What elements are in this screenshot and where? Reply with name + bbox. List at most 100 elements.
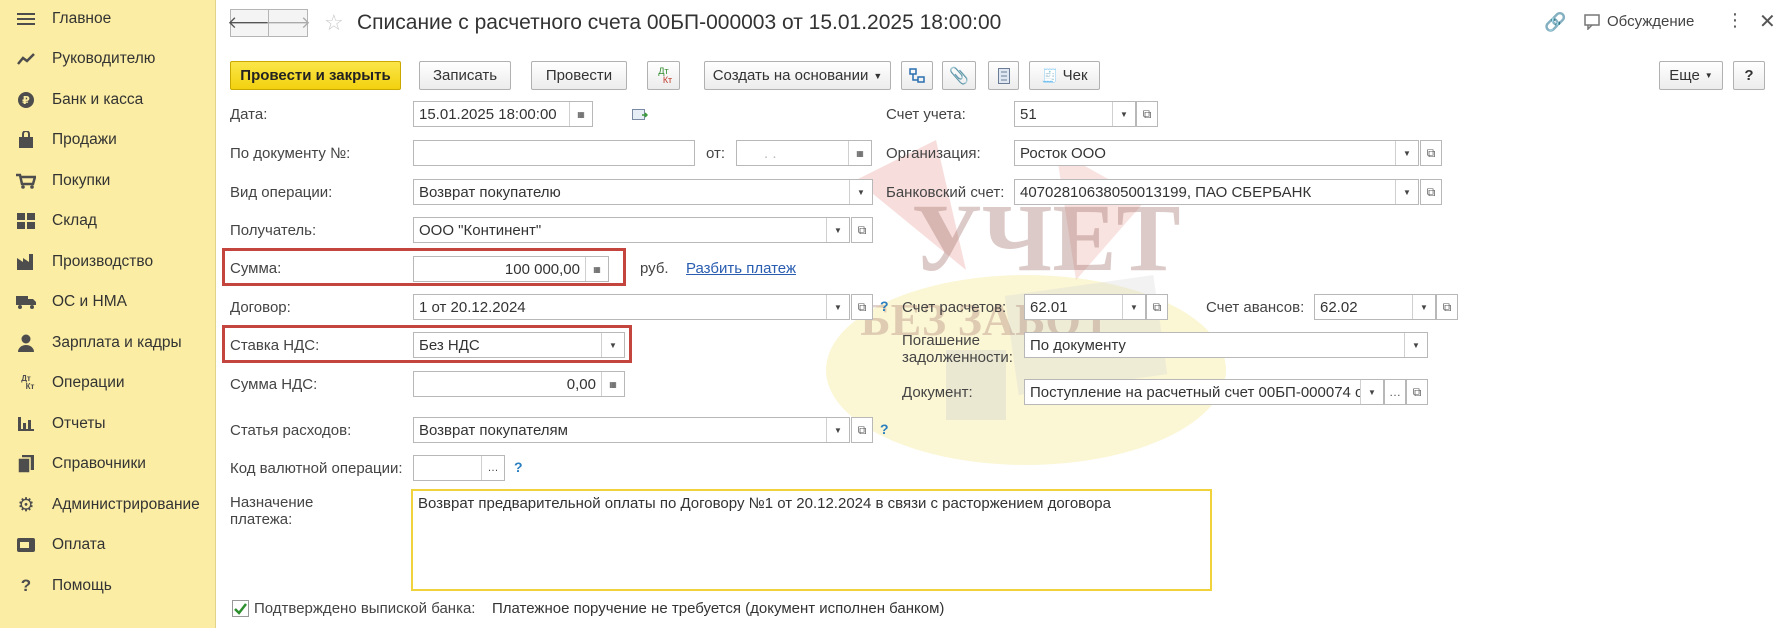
contract-select[interactable]: 1 от 20.12.2024 ▼	[413, 294, 850, 320]
account-label: Счет учета:	[886, 106, 966, 123]
help-button[interactable]: ?	[1733, 61, 1765, 90]
more-actions-icon[interactable]: ⋮	[1726, 10, 1744, 31]
calculator-icon[interactable]: ▦	[601, 372, 624, 396]
sidebar-item-production[interactable]: Производство	[0, 243, 215, 281]
document-select-button[interactable]: …	[1384, 379, 1406, 405]
post-button[interactable]: Провести	[531, 61, 627, 90]
discussion-button[interactable]: Обсуждение	[1584, 13, 1694, 30]
save-button[interactable]: Записать	[419, 61, 511, 90]
structure-button[interactable]	[901, 61, 933, 90]
split-payment-link[interactable]: Разбить платеж	[686, 260, 796, 277]
attachment-button[interactable]: 📎	[942, 61, 976, 90]
open-contract-button[interactable]: ⧉	[851, 294, 873, 320]
account-select[interactable]: 51 ▼	[1014, 101, 1136, 127]
more-button[interactable]: Еще ▼	[1659, 61, 1723, 90]
from-date-field[interactable]: . . ▦	[736, 140, 872, 166]
close-icon[interactable]: ✕	[1759, 9, 1776, 34]
wallet-icon	[16, 535, 36, 555]
date-field[interactable]: 15.01.2025 18:00:00 ▦	[413, 101, 593, 127]
open-bank-account-button[interactable]: ⧉	[1420, 179, 1442, 205]
sidebar-item-label: ОС и НМА	[52, 293, 127, 310]
chevron-down-icon[interactable]: ▼	[1412, 295, 1435, 319]
document-number-input[interactable]	[413, 140, 695, 166]
contract-help-icon[interactable]: ?	[880, 298, 889, 314]
print-list-button[interactable]	[988, 61, 1019, 90]
expense-help-icon[interactable]: ?	[880, 421, 889, 437]
calendar-icon[interactable]: ▦	[848, 141, 871, 165]
chevron-down-icon[interactable]: ▼	[1395, 141, 1418, 165]
forward-button[interactable]: 🡒	[265, 9, 311, 37]
factory-icon	[16, 252, 36, 272]
star-icon[interactable]: ☆	[324, 10, 344, 36]
amount-field[interactable]: 100 000,00 ▦	[413, 256, 609, 282]
sidebar-item-fixed-assets[interactable]: ОС и НМА	[0, 283, 215, 321]
sidebar-item-admin[interactable]: ⚙ Администрирование	[0, 486, 215, 524]
chevron-down-icon[interactable]: ▼	[849, 180, 872, 204]
sidebar-item-catalogs[interactable]: Справочники	[0, 445, 215, 483]
vat-amount-label: Сумма НДС:	[230, 376, 318, 393]
chevron-down-icon[interactable]: ▼	[1122, 295, 1145, 319]
cash-register-icon: 🧾	[1041, 67, 1058, 83]
sidebar-item-label: Производство	[52, 253, 154, 270]
sidebar-item-warehouse[interactable]: Склад	[0, 202, 215, 240]
vat-amount-field[interactable]: 0,00 ▦	[413, 371, 625, 397]
open-settlement-account-button[interactable]: ⧉	[1146, 294, 1168, 320]
currency-op-help-icon[interactable]: ?	[514, 459, 523, 475]
confirmed-checkbox[interactable]	[232, 600, 249, 617]
chevron-down-icon[interactable]: ▼	[826, 295, 849, 319]
expense-item-select[interactable]: Возврат покупателям ▼	[413, 417, 850, 443]
repayment-select[interactable]: По документу ▼	[1024, 332, 1428, 358]
open-recipient-button[interactable]: ⧉	[851, 217, 873, 243]
select-button[interactable]: …	[481, 456, 504, 480]
sidebar-item-sales[interactable]: Продажи	[0, 121, 215, 159]
operation-type-select[interactable]: Возврат покупателю ▼	[413, 179, 873, 205]
calendar-icon[interactable]: ▦	[569, 102, 592, 126]
dt-kt-button[interactable]: Дт Кт	[647, 61, 680, 90]
chevron-down-icon[interactable]: ▼	[1404, 333, 1427, 357]
sidebar-item-bank[interactable]: ₽ Банк и касса	[0, 81, 215, 119]
sidebar-item-help[interactable]: ? Помощь	[0, 567, 215, 605]
currency-operation-field[interactable]: …	[413, 455, 505, 481]
sidebar-item-label: Отчеты	[52, 415, 106, 432]
vat-rate-select[interactable]: Без НДС ▼	[413, 332, 625, 358]
calculator-icon[interactable]: ▦	[585, 257, 608, 281]
open-expense-item-button[interactable]: ⧉	[851, 417, 873, 443]
chevron-down-icon[interactable]: ▼	[601, 333, 624, 357]
chevron-down-icon[interactable]: ▼	[826, 218, 849, 242]
open-organization-button[interactable]: ⧉	[1420, 140, 1442, 166]
chevron-down-icon[interactable]: ▼	[1395, 180, 1418, 204]
open-document-button[interactable]: ⧉	[1406, 379, 1428, 405]
post-and-close-button[interactable]: Провести и закрыть	[230, 61, 401, 90]
more-label: Еще	[1669, 67, 1700, 84]
truck-icon	[16, 292, 36, 312]
receipt-button[interactable]: 🧾 Чек	[1029, 61, 1100, 90]
recipient-select[interactable]: ООО "Континент" ▼	[413, 217, 850, 243]
sidebar-item-payment[interactable]: Оплата	[0, 526, 215, 564]
organization-label: Организация:	[886, 145, 981, 162]
open-account-button[interactable]: ⧉	[1136, 101, 1158, 127]
sidebar-item-reports[interactable]: Отчеты	[0, 405, 215, 443]
sidebar-item-operations[interactable]: Дт Кт Операции	[0, 364, 215, 402]
create-based-on-button[interactable]: Создать на основании ▼	[704, 61, 891, 90]
chevron-down-icon[interactable]: ▼	[1360, 380, 1383, 404]
chevron-down-icon[interactable]: ▼	[1112, 102, 1135, 126]
sidebar-item-salary[interactable]: Зарплата и кадры	[0, 324, 215, 362]
back-button[interactable]: 🡐	[227, 9, 273, 37]
document-select[interactable]: Поступление на расчетный счет 00БП-00007…	[1024, 379, 1384, 405]
sidebar-item-purchases[interactable]: Покупки	[0, 162, 215, 200]
organization-select[interactable]: Росток ООО ▼	[1014, 140, 1419, 166]
date-value: 15.01.2025 18:00:00	[419, 105, 557, 123]
settlement-account-select[interactable]: 62.01 ▼	[1024, 294, 1146, 320]
link-icon[interactable]: 🔗	[1544, 12, 1566, 33]
sidebar-item-main[interactable]: Главное	[0, 0, 215, 38]
purpose-textarea[interactable]: Возврат предварительной оплаты по Догово…	[411, 489, 1212, 591]
set-date-icon[interactable]	[632, 108, 649, 120]
books-icon	[16, 454, 36, 474]
cart-icon	[16, 171, 36, 191]
advance-account-select[interactable]: 62.02 ▼	[1314, 294, 1436, 320]
advance-account-label: Счет авансов:	[1206, 299, 1305, 316]
chevron-down-icon[interactable]: ▼	[826, 418, 849, 442]
open-advance-account-button[interactable]: ⧉	[1436, 294, 1458, 320]
bank-account-select[interactable]: 40702810638050013199, ПАО СБЕРБАНК ▼	[1014, 179, 1419, 205]
sidebar-item-manager[interactable]: Руководителю	[0, 40, 215, 78]
